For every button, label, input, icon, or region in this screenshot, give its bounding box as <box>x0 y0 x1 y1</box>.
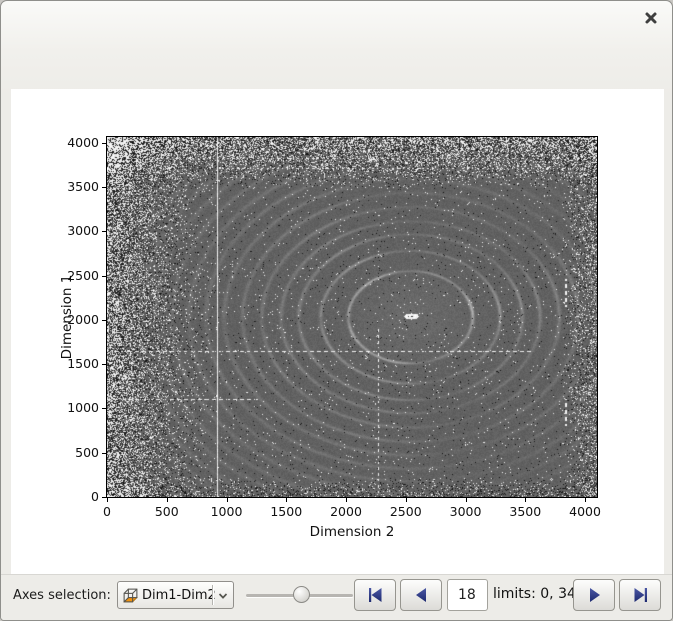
y-tick-label: 1500 <box>67 356 99 372</box>
bottom-bar: Axes selection: Dim1-Dim2 18 limits: 0, … <box>1 574 672 620</box>
frame-slider[interactable] <box>246 575 353 615</box>
y-tick-label: 3000 <box>67 223 99 239</box>
y-tick-mark <box>102 497 106 498</box>
y-tick-label: 4000 <box>67 134 99 150</box>
x-tick-mark <box>286 498 288 502</box>
y-tick-label: 0 <box>91 489 99 504</box>
previous-icon <box>415 588 426 602</box>
x-tick-label: 1000 <box>210 504 243 519</box>
x-tick-label: 1500 <box>270 504 303 519</box>
y-tick-label: 3500 <box>67 179 99 195</box>
close-icon <box>645 12 657 24</box>
first-frame-button[interactable] <box>354 579 396 611</box>
skip-to-first-icon <box>368 588 381 602</box>
combo-chevron-down-icon <box>218 593 228 599</box>
x-tick-label: 0 <box>103 504 111 519</box>
y-tick-mark <box>102 364 106 366</box>
close-button[interactable] <box>643 10 659 26</box>
next-icon <box>589 588 600 602</box>
plot-frame <box>106 136 598 498</box>
limits-label: limits: 0, 34 <box>493 586 576 602</box>
frame-number-field[interactable]: 18 <box>447 579 488 611</box>
x-tick-label: 3500 <box>509 504 542 519</box>
x-tick-mark <box>525 498 527 502</box>
next-frame-button[interactable] <box>573 579 615 611</box>
skip-to-last-icon <box>634 588 647 602</box>
previous-frame-button[interactable] <box>400 579 442 611</box>
toolbar: 0 Y <box>1 49 672 135</box>
y-tick-label: 2500 <box>67 267 99 283</box>
axes-selection-combobox[interactable]: Dim1-Dim2 <box>117 581 234 609</box>
y-tick-mark <box>102 452 106 454</box>
axes-selection-value: Dim1-Dim2 <box>142 587 216 603</box>
titlebar <box>1 1 672 47</box>
x-tick-label: 3000 <box>449 504 482 519</box>
combo-separator <box>212 585 213 605</box>
x-tick-mark <box>346 498 348 502</box>
y-tick-mark <box>102 142 106 144</box>
y-tick-mark <box>102 187 106 189</box>
x-tick-mark <box>166 498 168 502</box>
x-tick-mark <box>405 498 407 502</box>
y-tick-label: 1000 <box>67 400 99 416</box>
y-tick-label: 2000 <box>67 311 99 327</box>
frame-number-value: 18 <box>458 587 476 603</box>
y-tick-label: 500 <box>75 444 99 460</box>
axes-selection-label: Axes selection: <box>13 588 111 603</box>
last-frame-button[interactable] <box>619 579 661 611</box>
stack-view-window: 0 Y <box>0 0 673 621</box>
x-tick-mark <box>107 498 108 502</box>
x-tick-label: 500 <box>154 504 179 519</box>
y-tick-mark <box>102 319 106 321</box>
x-axis-label: Dimension 2 <box>309 524 395 540</box>
slider-handle[interactable] <box>293 586 310 603</box>
combo-cube-icon <box>123 588 138 602</box>
x-tick-label: 2000 <box>330 504 362 519</box>
x-tick-label: 4000 <box>569 504 601 519</box>
y-tick-mark <box>102 231 106 233</box>
x-tick-mark <box>465 498 467 502</box>
y-tick-mark <box>102 408 106 410</box>
x-tick-label: 2500 <box>389 504 422 519</box>
x-tick-mark <box>226 498 228 502</box>
plot-figure: Dimension 2 Dimension 1 0 500 1000 1500 2000… <box>11 89 664 574</box>
x-tick-mark <box>585 498 587 502</box>
y-tick-mark <box>102 275 106 277</box>
